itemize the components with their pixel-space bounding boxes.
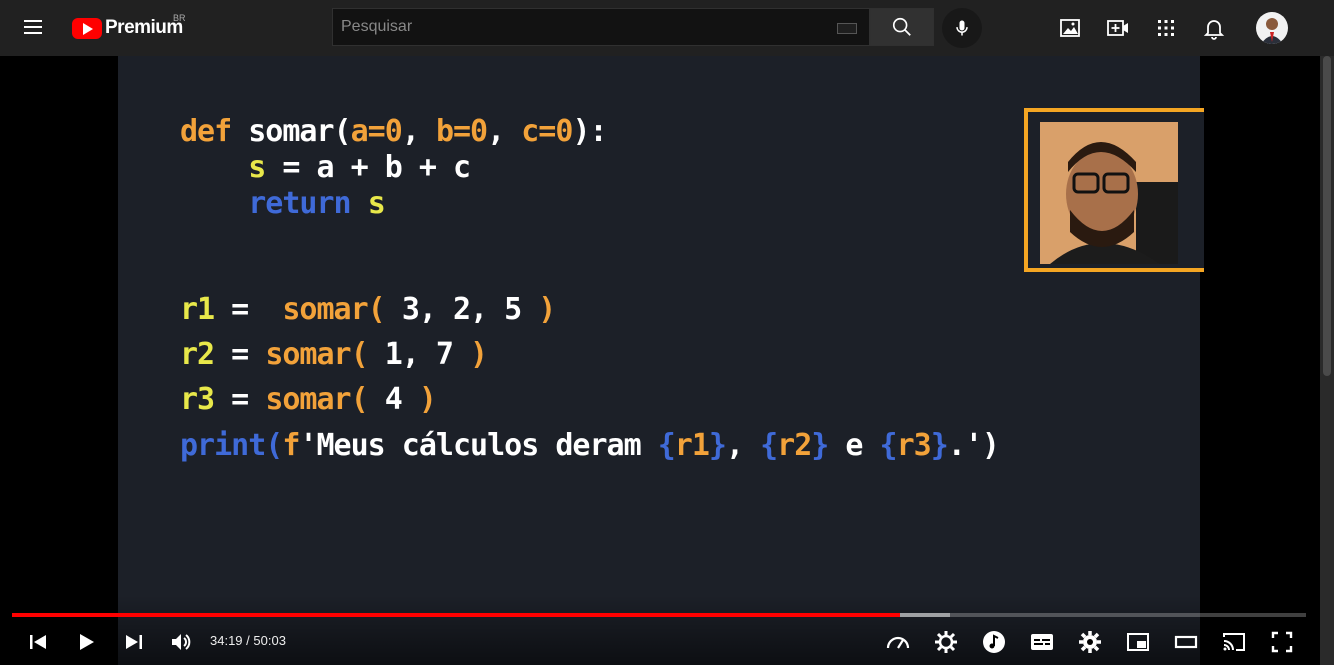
region-label: BR xyxy=(173,13,186,23)
code-token: a=0 xyxy=(350,114,403,149)
fullscreen-icon[interactable] xyxy=(1268,628,1296,656)
progress-bar[interactable] xyxy=(12,613,1306,617)
video-frame[interactable]: def somar(a=0, b=0, c=0): s = a + b + c … xyxy=(118,56,1204,665)
code-token: 3, 2, 5 xyxy=(401,292,522,327)
bell-icon[interactable] xyxy=(1202,16,1226,40)
search-button[interactable] xyxy=(870,8,934,46)
autoplay-gear-icon[interactable] xyxy=(932,628,960,656)
code-line: r2 = somar( 1, 7 ) xyxy=(180,337,488,372)
presenter-image xyxy=(1040,122,1178,264)
code-token: { xyxy=(657,428,676,463)
code-token: , xyxy=(401,114,436,149)
code-line: def somar(a=0, b=0, c=0): xyxy=(180,114,608,149)
settings-icon[interactable] xyxy=(1076,628,1104,656)
previous-icon[interactable] xyxy=(24,628,52,656)
controls-gradient xyxy=(0,595,1320,665)
video-player[interactable]: def somar(a=0, b=0, c=0): s = a + b + c … xyxy=(0,56,1320,665)
search-box xyxy=(332,8,870,46)
youtube-premium-logo[interactable]: Premium BR xyxy=(72,13,186,41)
code-token: ): xyxy=(572,114,607,149)
code-token: r2 xyxy=(180,337,215,372)
speed-icon[interactable] xyxy=(884,628,912,656)
code-token: } xyxy=(708,428,727,463)
code-token: somar( xyxy=(265,337,385,372)
code-token: e xyxy=(828,428,880,463)
time-display: 34:19 / 50:03 xyxy=(210,633,286,648)
code-token: somar( xyxy=(282,292,402,327)
code-token: s xyxy=(248,150,266,185)
captions-icon[interactable] xyxy=(1028,628,1056,656)
code-token: ) xyxy=(401,382,437,417)
cast-icon[interactable] xyxy=(1220,628,1248,656)
time-separator: / xyxy=(242,633,254,648)
code-token: ) xyxy=(521,292,556,327)
masthead: Premium BR xyxy=(0,0,1334,56)
avatar-icon xyxy=(1261,18,1283,44)
code-token: f xyxy=(282,428,300,463)
page-scrollbar[interactable] xyxy=(1320,56,1334,665)
code-token: = xyxy=(214,382,266,417)
menu-icon[interactable] xyxy=(22,16,50,40)
current-time: 34:19 xyxy=(210,633,243,648)
code-line: r3 = somar( 4 ) xyxy=(180,382,437,417)
code-token: print( xyxy=(180,428,283,463)
keyboard-icon[interactable] xyxy=(837,23,857,34)
code-token: 1, 7 xyxy=(384,337,454,372)
code-line: print(f'Meus cálculos deram {r1}, {r2} e… xyxy=(180,428,1000,463)
code-token: 'Meus cálculos deram xyxy=(299,428,658,463)
create-icon[interactable] xyxy=(1106,16,1130,40)
apps-icon[interactable] xyxy=(1154,16,1178,40)
code-token: r2 xyxy=(777,428,812,463)
search-input[interactable] xyxy=(339,17,823,37)
code-token: = xyxy=(214,292,283,327)
volume-icon[interactable] xyxy=(167,628,195,656)
code-token: = a + b + c xyxy=(265,150,471,185)
duration: 50:03 xyxy=(253,633,286,648)
voice-search-button[interactable] xyxy=(942,8,982,48)
code-token: r3 xyxy=(180,382,215,417)
code-token: r1 xyxy=(674,428,710,463)
search-icon xyxy=(892,17,911,36)
code-token: somar( xyxy=(248,114,351,149)
code-token: s xyxy=(367,186,386,221)
logo-text: Premium xyxy=(105,17,183,38)
youtube-logo-icon xyxy=(72,17,102,39)
music-icon[interactable] xyxy=(980,628,1008,656)
scrollbar-thumb[interactable] xyxy=(1323,56,1331,376)
code-token: } xyxy=(930,428,949,463)
code-token: { xyxy=(760,428,778,463)
code-token: return xyxy=(248,186,368,221)
play-icon[interactable] xyxy=(72,628,100,656)
code-line: return s xyxy=(180,186,386,221)
code-token: 4 xyxy=(384,382,403,417)
code-token: b=0 xyxy=(435,114,488,149)
code-token: } xyxy=(811,428,829,463)
code-token: = xyxy=(214,337,266,372)
code-token: .') xyxy=(947,428,1000,463)
code-token: , xyxy=(725,428,761,463)
code-token: somar( xyxy=(265,382,385,417)
code-token: r1 xyxy=(180,292,215,327)
theater-icon[interactable] xyxy=(1172,628,1200,656)
mic-icon xyxy=(956,20,968,36)
code-token: ) xyxy=(453,337,488,372)
code-token: r3 xyxy=(896,428,932,463)
code-token: c=0 xyxy=(521,114,573,149)
code-line: r1 = somar( 3, 2, 5 ) xyxy=(180,292,556,327)
played-bar xyxy=(12,613,900,617)
next-icon[interactable] xyxy=(120,628,148,656)
miniplayer-icon[interactable] xyxy=(1124,628,1152,656)
avatar[interactable] xyxy=(1256,12,1288,44)
image-icon[interactable] xyxy=(1058,16,1082,40)
code-token: def xyxy=(180,114,249,149)
code-token: , xyxy=(487,114,522,149)
webcam-overlay xyxy=(1024,108,1204,272)
code-token: { xyxy=(879,428,898,463)
code-line: s = a + b + c xyxy=(180,150,471,185)
